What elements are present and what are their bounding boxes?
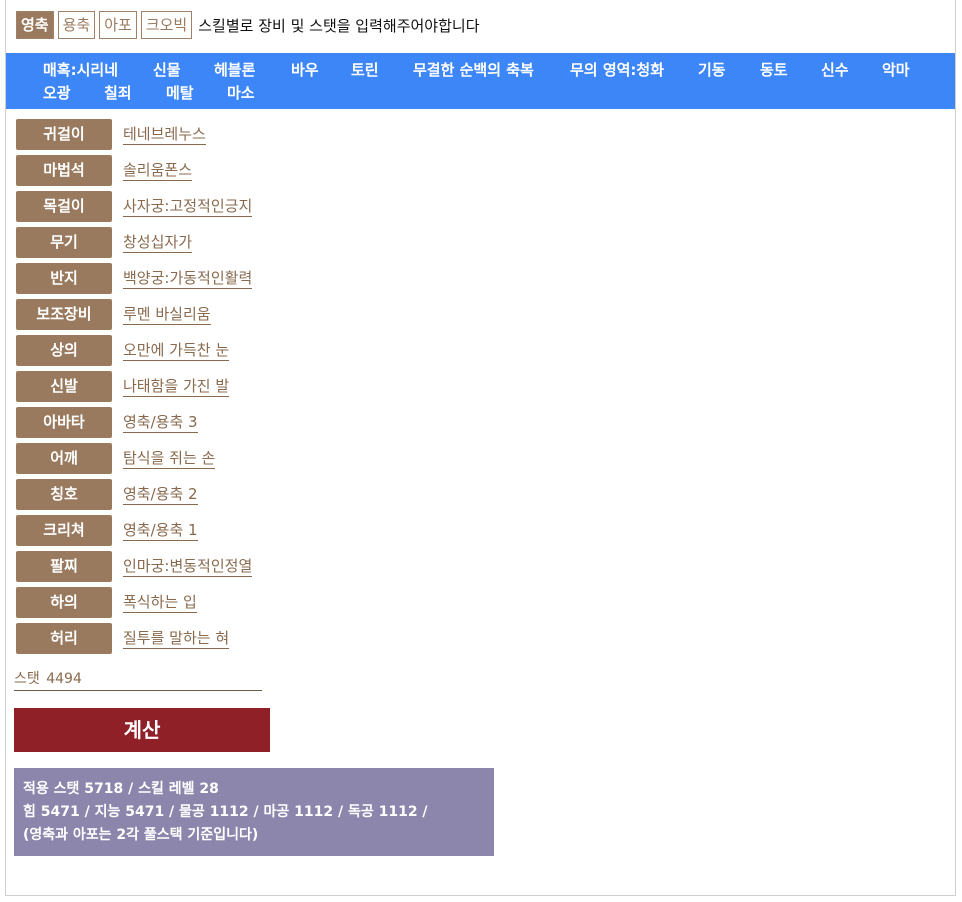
instruction-text: 스킬별로 장비 및 스탯을 입력해주어야합니다 (198, 16, 480, 35)
tab-0[interactable]: 영축 (16, 11, 54, 39)
stat-field: 스탯 (14, 668, 262, 691)
slot-label[interactable]: 상의 (16, 335, 112, 366)
slot-label[interactable]: 신발 (16, 371, 112, 402)
slot-label[interactable]: 팔찌 (16, 551, 112, 582)
nav-item-5[interactable]: 무결한 순백의 축복 (413, 61, 534, 79)
item-link[interactable]: 질투를 말하는 혀 (123, 628, 230, 649)
nav-item-6[interactable]: 무의 영역:청화 (570, 61, 664, 79)
slot-label[interactable]: 보조장비 (16, 299, 112, 330)
tab-2[interactable]: 아포 (99, 11, 137, 39)
result-line-1: 적용 스탯 5718 / 스킬 레벨 28 (23, 781, 219, 797)
slot-label[interactable]: 반지 (16, 263, 112, 294)
item-link[interactable]: 인마궁:변동적인정열 (123, 556, 253, 577)
nav-item-8[interactable]: 동토 (760, 61, 788, 79)
result-panel: 적용 스탯 5718 / 스킬 레벨 28 힘 5471 / 지능 5471 /… (14, 768, 494, 856)
item-link[interactable]: 나태함을 가진 발 (123, 376, 230, 397)
nav-item-2[interactable]: 헤블론 (214, 61, 255, 79)
tab-1[interactable]: 용축 (57, 11, 96, 39)
item-link[interactable]: 창성십자가 (123, 232, 193, 253)
nav-item-3[interactable]: 바우 (291, 61, 319, 79)
nav-item-4[interactable]: 토린 (351, 61, 379, 79)
nav-item-10[interactable]: 악마 (882, 61, 910, 79)
result-line-2: 힘 5471 / 지능 5471 / 물공 1112 / 마공 1112 / 독… (23, 804, 428, 820)
nav-item-0[interactable]: 매혹:시리네 (43, 61, 118, 79)
nav-item-12[interactable]: 칠죄 (104, 84, 132, 102)
item-link[interactable]: 오만에 가득찬 눈 (123, 340, 230, 361)
slot-label[interactable]: 아바타 (16, 407, 112, 438)
slot-label[interactable]: 크리쳐 (16, 515, 112, 546)
item-link[interactable]: 탐식을 쥐는 손 (123, 448, 216, 469)
class-tabs: 영축 용축 아포 크오빅 스킬별로 장비 및 스탯을 입력해주어야합니다 (16, 11, 480, 39)
slot-label[interactable]: 어깨 (16, 443, 112, 474)
nav-item-9[interactable]: 신수 (821, 61, 849, 79)
slot-label[interactable]: 하의 (16, 587, 112, 618)
nav-item-7[interactable]: 기동 (698, 61, 726, 79)
item-link[interactable]: 백양궁:가동적인활력 (123, 268, 253, 289)
slot-label[interactable]: 칭호 (16, 479, 112, 510)
nav-item-13[interactable]: 메탈 (166, 84, 194, 102)
stat-input[interactable] (44, 671, 247, 687)
item-link[interactable]: 사자궁:고정적인긍지 (123, 196, 253, 217)
item-link[interactable]: 루멘 바실리움 (123, 304, 211, 325)
slot-label[interactable]: 허리 (16, 623, 112, 654)
slot-label[interactable]: 목걸이 (16, 191, 112, 222)
item-link[interactable]: 폭식하는 입 (123, 592, 197, 613)
item-link[interactable]: 테네브레누스 (123, 124, 206, 145)
item-link[interactable]: 영축/용축 2 (123, 484, 198, 505)
nav-item-11[interactable]: 오광 (43, 84, 71, 102)
slot-label[interactable]: 귀걸이 (16, 119, 112, 150)
tab-3[interactable]: 크오빅 (140, 11, 193, 39)
app-frame: 영축 용축 아포 크오빅 스킬별로 장비 및 스탯을 입력해주어야합니다 매혹:… (5, 0, 956, 896)
nav-item-14[interactable]: 마소 (227, 84, 255, 102)
slot-label[interactable]: 무기 (16, 227, 112, 258)
item-link[interactable]: 영축/용축 3 (123, 412, 198, 433)
result-line-3: (영축과 아포는 2각 풀스택 기준입니다) (23, 827, 259, 843)
skill-nav-bar: 매혹:시리네 신물 헤블론 바우 토린 무결한 순백의 축복 무의 영역:청화 … (6, 53, 955, 109)
item-link[interactable]: 영축/용축 1 (123, 520, 198, 541)
stat-label: 스탯 (14, 671, 40, 687)
slot-label[interactable]: 마법석 (16, 155, 112, 186)
nav-item-1[interactable]: 신물 (153, 61, 181, 79)
calculate-button[interactable]: 계산 (14, 708, 270, 752)
item-link[interactable]: 솔리움폰스 (123, 160, 193, 181)
